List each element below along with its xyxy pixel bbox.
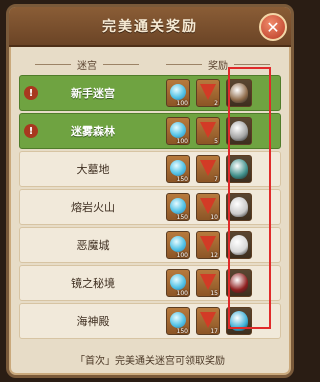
alert-icon: ! xyxy=(24,124,38,138)
gem-reward[interactable]: 100 xyxy=(166,231,190,259)
gem-reward[interactable]: 150 xyxy=(166,155,190,183)
gem-reward[interactable]: 150 xyxy=(166,193,190,221)
maze-name: 海神殿 xyxy=(76,315,110,328)
gem-qty: 100 xyxy=(176,252,188,259)
maze-name: 大墓地 xyxy=(76,163,110,176)
gem-icon xyxy=(170,84,186,100)
banner-icon xyxy=(200,84,216,100)
maze-row[interactable]: ! 新手迷宫 100 2 xyxy=(19,75,281,111)
header-reward-label: 奖励 xyxy=(208,60,228,72)
banner-qty: 10 xyxy=(210,214,218,221)
maze-row[interactable]: 恶魔城 100 12 xyxy=(19,227,281,263)
banner-reward[interactable]: 12 xyxy=(196,231,220,259)
reward-list: ! 新手迷宫 100 2! 迷雾森林 100 5 大墓地 150 7 熔岩火山 150 10 恶魔城 100… xyxy=(19,75,281,341)
divider xyxy=(234,63,270,65)
gem-reward[interactable]: 150 xyxy=(166,307,190,335)
maze-row[interactable]: 海神殿 150 17 xyxy=(19,303,281,339)
maze-row[interactable]: ! 迷雾森林 100 5 xyxy=(19,113,281,149)
banner-reward[interactable]: 10 xyxy=(196,193,220,221)
banner-qty: 17 xyxy=(210,328,218,335)
title-bar: 完美通关奖励 xyxy=(9,7,291,47)
banner-reward[interactable]: 5 xyxy=(196,117,220,145)
reward-panel: 完美通关奖励 ✕ 迷宫 奖励 ! 新手迷宫 100 2! 迷雾森林 100 5 大墓地 150 7… xyxy=(6,4,294,378)
equipment-reward[interactable] xyxy=(226,79,252,107)
footer-note: 「首次」完美通关迷宫可领取奖励 xyxy=(75,356,225,367)
equipment-reward[interactable] xyxy=(226,269,252,297)
mask-icon xyxy=(230,197,248,217)
gem-qty: 150 xyxy=(176,176,188,183)
gem-icon xyxy=(170,274,186,290)
banner-icon xyxy=(200,236,216,252)
gem-qty: 150 xyxy=(176,328,188,335)
gem-icon xyxy=(170,198,186,214)
banner-icon xyxy=(200,198,216,214)
maze-row[interactable]: 镜之秘境 100 15 xyxy=(19,265,281,301)
gem-qty: 150 xyxy=(176,214,188,221)
gem-qty: 100 xyxy=(176,138,188,145)
close-icon: ✕ xyxy=(266,17,280,37)
gem-icon xyxy=(170,312,186,328)
divider xyxy=(166,63,202,65)
gem-qty: 100 xyxy=(176,100,188,107)
maze-name: 新手迷宫 xyxy=(71,87,115,100)
header-maze: 迷宫 xyxy=(19,57,155,72)
banner-qty: 12 xyxy=(210,252,218,259)
maze-name: 迷雾森林 xyxy=(71,125,115,138)
blade-icon xyxy=(230,273,248,293)
blade-icon xyxy=(230,235,248,255)
equipment-reward[interactable] xyxy=(226,307,252,335)
banner-icon xyxy=(200,312,216,328)
helmet-icon xyxy=(230,311,248,331)
banner-qty: 15 xyxy=(210,290,218,297)
column-headers: 迷宫 奖励 xyxy=(19,55,281,73)
banner-icon xyxy=(200,274,216,290)
panel-title: 完美通关奖励 xyxy=(102,19,198,35)
alert-icon: ! xyxy=(24,86,38,100)
banner-icon xyxy=(200,160,216,176)
gem-reward[interactable]: 100 xyxy=(166,117,190,145)
gem-icon xyxy=(170,122,186,138)
maze-row[interactable]: 熔岩火山 150 10 xyxy=(19,189,281,225)
banner-reward[interactable]: 15 xyxy=(196,269,220,297)
banner-reward[interactable]: 2 xyxy=(196,79,220,107)
divider xyxy=(35,63,71,65)
gem-reward[interactable]: 100 xyxy=(166,79,190,107)
equipment-reward[interactable] xyxy=(226,231,252,259)
maze-row[interactable]: 大墓地 150 7 xyxy=(19,151,281,187)
equipment-reward[interactable] xyxy=(226,193,252,221)
divider xyxy=(103,63,139,65)
maze-name: 熔岩火山 xyxy=(71,201,115,214)
close-button[interactable]: ✕ xyxy=(259,13,287,41)
banner-icon xyxy=(200,122,216,138)
banner-qty: 7 xyxy=(214,176,218,183)
header-reward: 奖励 xyxy=(155,57,281,72)
maze-name: 恶魔城 xyxy=(76,239,110,252)
banner-qty: 2 xyxy=(214,100,218,107)
banner-reward[interactable]: 7 xyxy=(196,155,220,183)
equipment-reward[interactable] xyxy=(226,117,252,145)
banner-qty: 5 xyxy=(214,138,218,145)
gem-reward[interactable]: 100 xyxy=(166,269,190,297)
banner-reward[interactable]: 17 xyxy=(196,307,220,335)
gem-icon xyxy=(170,236,186,252)
helmet-icon xyxy=(230,121,248,141)
gem-qty: 100 xyxy=(176,290,188,297)
equipment-reward[interactable] xyxy=(226,155,252,183)
armor-icon xyxy=(230,159,248,179)
header-maze-label: 迷宫 xyxy=(77,60,97,72)
maze-name: 镜之秘境 xyxy=(71,277,115,290)
gem-icon xyxy=(170,160,186,176)
helmet-icon xyxy=(230,83,248,103)
